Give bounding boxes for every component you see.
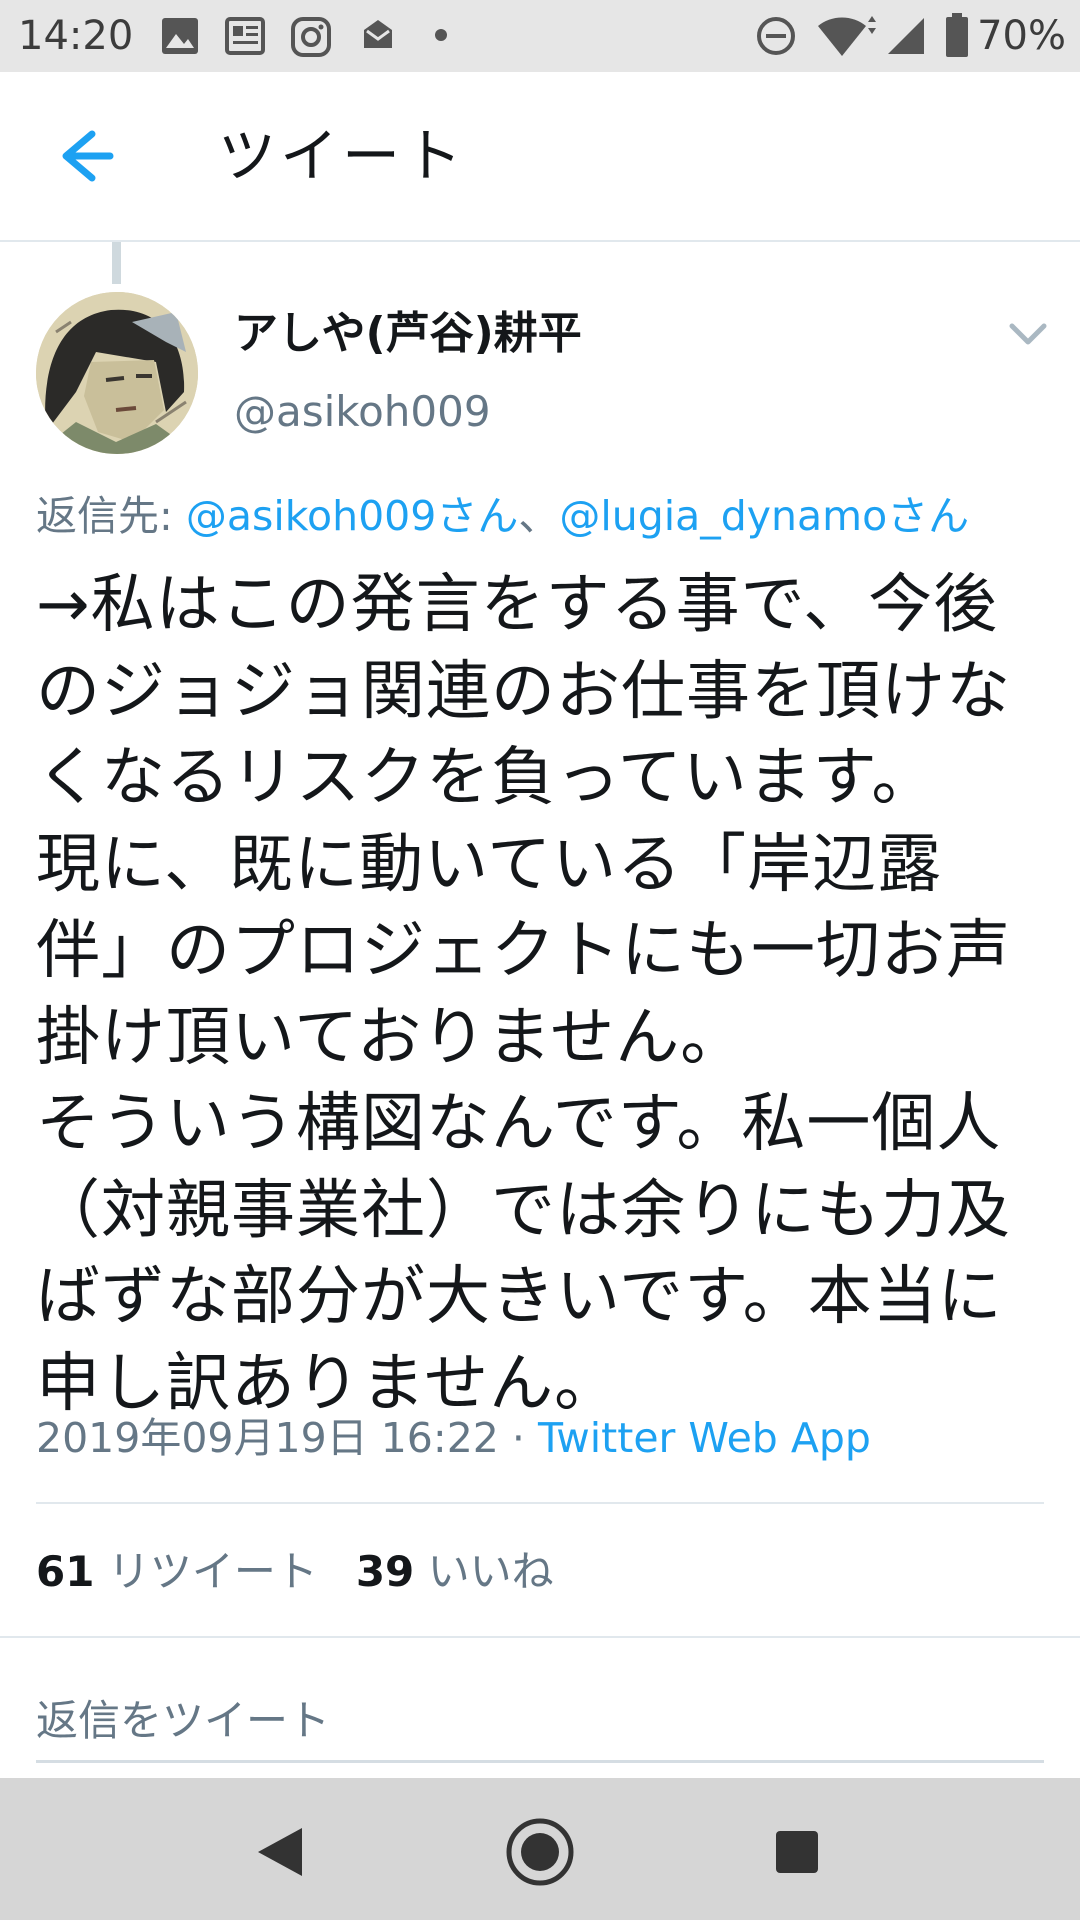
dot-icon — [435, 29, 447, 41]
like-stat[interactable]: 39 いいね — [356, 1547, 554, 1596]
tweet-stats: 61 リツイート 39 いいね — [36, 1544, 554, 1600]
arrow-left-icon — [62, 130, 114, 182]
wifi-icon — [818, 16, 876, 57]
nav-home-button[interactable] — [495, 1812, 585, 1892]
reply-mention-link[interactable]: @asikoh009さん — [186, 492, 518, 540]
retweet-label: リツイート — [107, 1547, 318, 1596]
tweet-source-link[interactable]: Twitter Web App — [538, 1414, 871, 1462]
back-triangle-icon — [258, 1828, 302, 1876]
home-circle-icon — [506, 1818, 574, 1886]
reply-context: 返信先: @asikoh009さん、@lugia_dynamoさん — [36, 488, 969, 544]
reply-mention-separator: 、 — [518, 492, 560, 540]
avatar-illustration — [36, 292, 198, 454]
reply-to-label: 返信先: — [36, 492, 186, 540]
system-nav-bar — [0, 1778, 1080, 1920]
reply-input[interactable] — [36, 1680, 1044, 1763]
thread-connector-line — [112, 242, 121, 284]
battery-percentage: 70% — [977, 13, 1066, 59]
nav-recents-button[interactable] — [752, 1812, 842, 1892]
tweet-timestamp: 2019年09月19日 16:22 — [36, 1414, 499, 1462]
like-label: いいね — [427, 1547, 554, 1596]
tweet-meta: 2019年09月19日 16:22 · Twitter Web App — [36, 1410, 871, 1466]
signal-icon — [888, 18, 924, 54]
divider — [36, 1502, 1044, 1504]
mail-icon — [364, 20, 392, 48]
status-bar: 14:20 70% — [0, 0, 1080, 72]
back-button[interactable] — [40, 116, 130, 196]
avatar[interactable] — [36, 292, 198, 454]
tweet-menu-button[interactable] — [1004, 314, 1052, 354]
meta-separator: · — [498, 1414, 538, 1462]
instagram-icon — [291, 17, 331, 57]
battery-icon — [946, 13, 968, 57]
author-name[interactable]: アしや(芦谷)耕平 — [234, 306, 582, 362]
retweet-count: 61 — [36, 1547, 95, 1596]
chevron-down-icon — [1009, 323, 1047, 345]
author-handle[interactable]: @asikoh009 — [234, 384, 491, 440]
page-title: ツイート — [218, 122, 467, 190]
do-not-disturb-icon — [757, 17, 795, 55]
divider — [0, 1636, 1080, 1638]
nav-back-button[interactable] — [236, 1812, 326, 1892]
tweet-text: →私はこの発言をする事で、今後 のジョジョ関連のお仕事を頂けな くなるリスクを負… — [36, 568, 1011, 1421]
news-icon — [225, 17, 265, 55]
status-time: 14:20 — [18, 13, 134, 59]
reply-mention-link[interactable]: @lugia_dynamoさん — [559, 492, 969, 540]
app-header: ツイート — [0, 72, 1080, 242]
recents-square-icon — [776, 1831, 818, 1873]
retweet-stat[interactable]: 61 リツイート — [36, 1547, 318, 1596]
like-count: 39 — [355, 1547, 415, 1596]
image-icon — [162, 18, 198, 54]
